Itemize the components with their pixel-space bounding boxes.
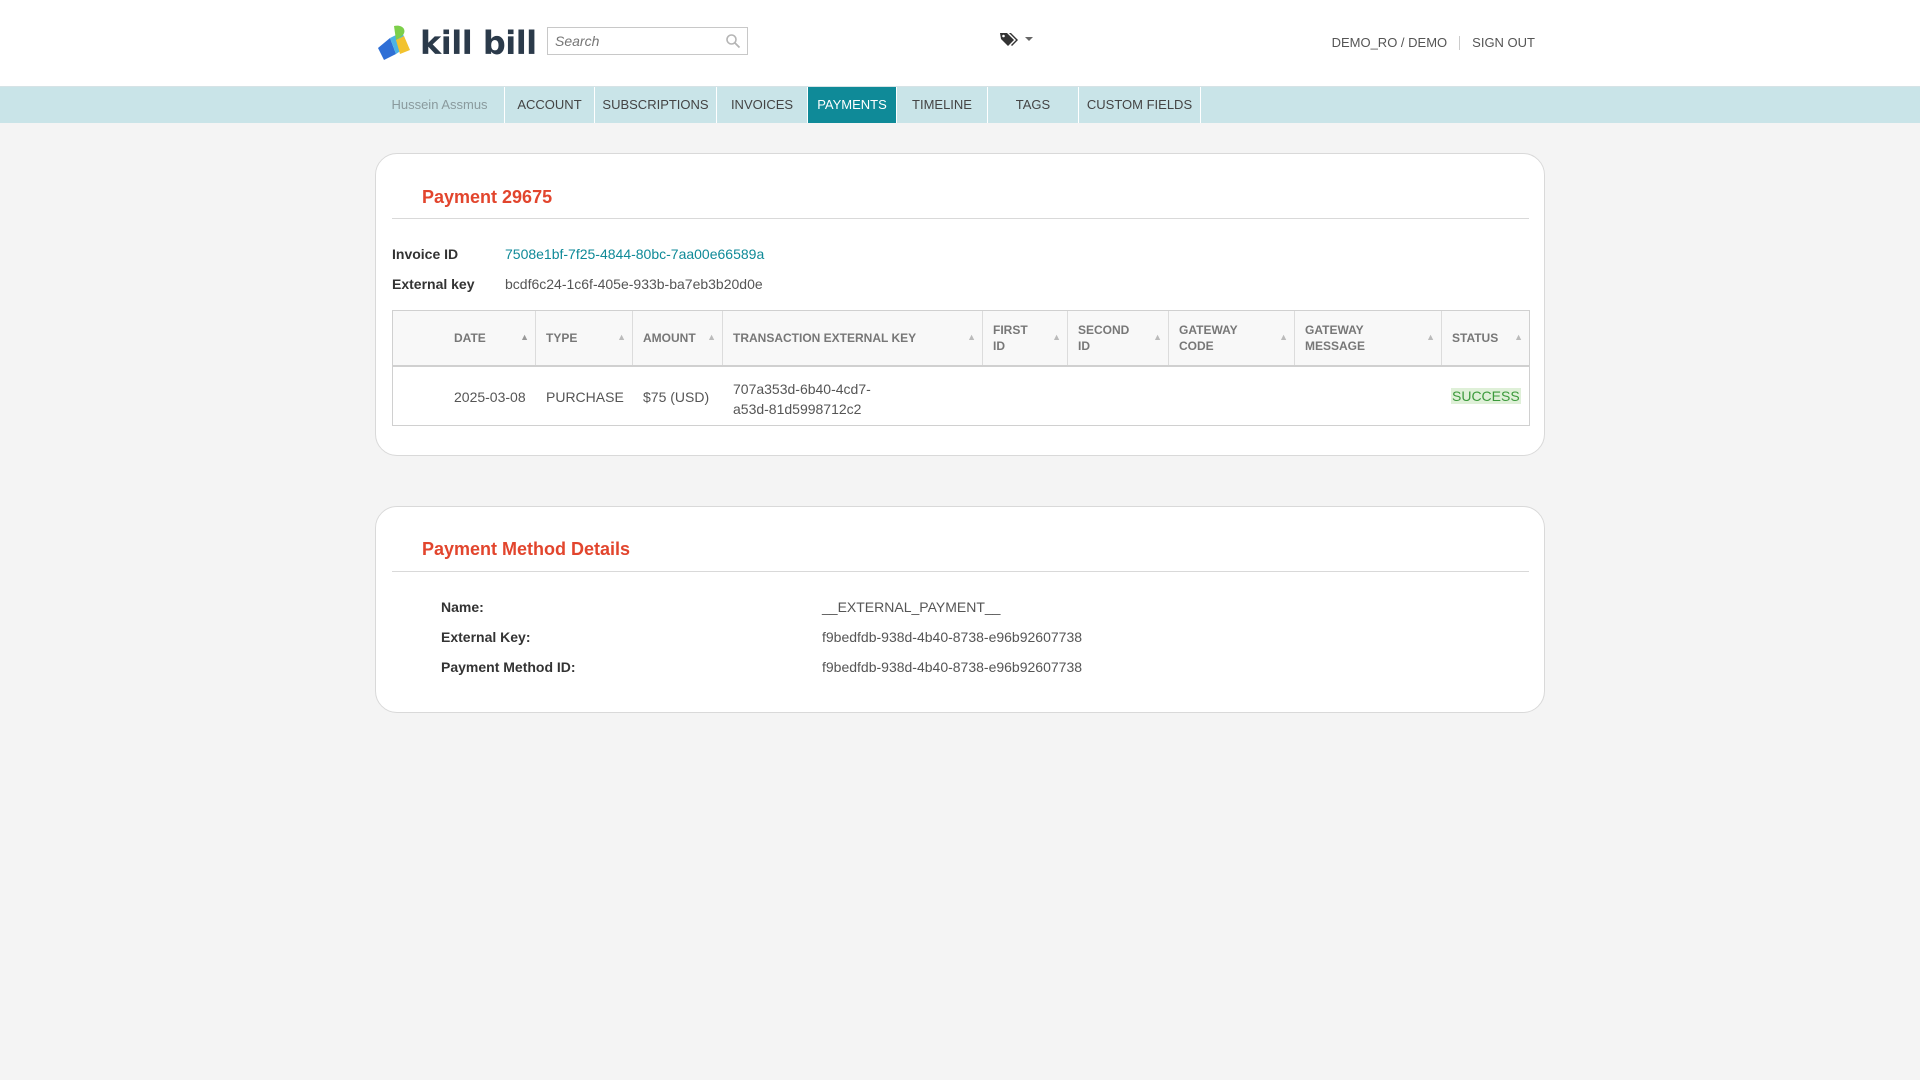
sort-icon: ▲ — [707, 332, 716, 342]
payment-title: Payment 29675 — [422, 187, 553, 207]
col-amount[interactable]: AMOUNT ▲ — [633, 311, 723, 365]
external-key-value: bcdf6c24-1c6f-405e-933b-ba7eb3b20d0e — [505, 276, 763, 292]
col-type[interactable]: TYPE ▲ — [536, 311, 633, 365]
tags-icon — [1000, 33, 1018, 46]
tab-invoices[interactable]: INVOICES — [717, 87, 808, 123]
sort-icon: ▲ — [617, 332, 626, 342]
cell-date: 2025-03-08 — [454, 389, 526, 405]
sort-icon: ▲ — [1279, 332, 1288, 342]
account-name[interactable]: Hussein Assmus — [375, 87, 505, 123]
cell-amount: $75 (USD) — [643, 389, 710, 405]
tab-timeline[interactable]: TIMELINE — [897, 87, 988, 123]
account-nav: Hussein Assmus ACCOUNT SUBSCRIPTIONS INV… — [0, 87, 1920, 123]
col-gateway-code-label: GATEWAY CODE — [1179, 323, 1238, 353]
col-first-id[interactable]: FIRST ID ▲ — [983, 311, 1068, 365]
tab-account[interactable]: ACCOUNT — [505, 87, 595, 123]
pm-id-label: Payment Method ID: — [441, 659, 576, 675]
search-input[interactable] — [548, 28, 715, 54]
payment-method-title: Payment Method Details — [422, 539, 631, 559]
killbill-logo[interactable]: kill bill — [374, 24, 537, 62]
cell-type: PURCHASE — [546, 389, 624, 405]
col-status[interactable]: STATUS ▲ — [1442, 311, 1529, 365]
col-gateway-message-label: GATEWAY MESSAGE — [1305, 323, 1366, 353]
brand-name: kill bill — [420, 24, 537, 62]
tab-subscriptions[interactable]: SUBSCRIPTIONS — [595, 87, 717, 123]
chevron-down-icon — [1025, 37, 1033, 41]
col-tx-key-label: TRANSACTION EXTERNAL KEY — [733, 331, 917, 345]
sort-icon: ▲ — [1153, 332, 1162, 342]
sort-icon: ▲ — [1052, 332, 1061, 342]
col-second-id[interactable]: SECOND ID ▲ — [1068, 311, 1169, 365]
payment-card: Payment 29675 Invoice ID 7508e1bf-7f25-4… — [375, 153, 1545, 456]
sort-asc-icon: ▲ — [520, 332, 529, 342]
sort-icon: ▲ — [1514, 332, 1523, 342]
col-transaction-external-key[interactable]: TRANSACTION EXTERNAL KEY ▲ — [723, 311, 983, 365]
col-date-label: DATE — [454, 331, 486, 345]
col-second-id-label: SECOND ID — [1078, 323, 1130, 353]
col-status-label: STATUS — [1452, 331, 1499, 345]
sign-out-link[interactable]: SIGN OUT — [1472, 35, 1535, 50]
sort-icon: ▲ — [1426, 332, 1435, 342]
search-box[interactable] — [547, 27, 748, 55]
col-type-label: TYPE — [546, 331, 578, 345]
col-amount-label: AMOUNT — [643, 331, 696, 345]
status-badge: SUCCESS — [1451, 388, 1521, 404]
pm-name-label: Name: — [441, 599, 484, 615]
current-user-link[interactable]: DEMO_RO / DEMO — [1332, 35, 1448, 50]
tags-dropdown[interactable] — [999, 31, 1033, 47]
user-links: DEMO_RO / DEMO SIGN OUT — [1332, 35, 1535, 50]
pm-id-value: f9bedfdb-938d-4b40-8738-e96b92607738 — [822, 659, 1083, 675]
payment-method-card: Payment Method Details Name: __EXTERNAL_… — [375, 506, 1545, 713]
tab-custom-fields[interactable]: CUSTOM FIELDS — [1079, 87, 1201, 123]
top-bar: kill bill DEMO_RO / DEMO SIGN OUT — [0, 0, 1920, 87]
divider — [392, 571, 1529, 572]
killbill-logo-mark-icon — [378, 25, 410, 60]
table-header: DATE ▲ TYPE ▲ AMOUNT ▲ TRANSACTION EXTER… — [393, 311, 1529, 367]
pm-name-value: __EXTERNAL_PAYMENT__ — [822, 599, 1001, 615]
tab-payments[interactable]: PAYMENTS — [808, 87, 897, 123]
invoice-id-label: Invoice ID — [392, 246, 459, 262]
col-gateway-code[interactable]: GATEWAY CODE ▲ — [1169, 311, 1295, 365]
tab-tags[interactable]: TAGS — [988, 87, 1079, 123]
col-gateway-message[interactable]: GATEWAY MESSAGE ▲ — [1295, 311, 1442, 365]
sort-icon: ▲ — [967, 332, 976, 342]
cell-transaction-external-key: 707a353d-6b40-4cd7- a53d-81d5998712c2 — [733, 381, 871, 417]
invoice-id-link[interactable]: 7508e1bf-7f25-4844-80bc-7aa00e66589a — [505, 246, 764, 262]
pm-external-key-value: f9bedfdb-938d-4b40-8738-e96b92607738 — [822, 629, 1083, 645]
search-icon[interactable] — [725, 33, 741, 49]
col-date[interactable]: DATE ▲ — [393, 311, 536, 365]
col-first-id-label: FIRST ID — [993, 323, 1028, 353]
pm-external-key-label: External Key: — [441, 629, 531, 645]
divider — [1459, 35, 1461, 50]
external-key-label: External key — [392, 276, 475, 292]
divider — [392, 218, 1529, 219]
transactions-table: DATE ▲ TYPE ▲ AMOUNT ▲ TRANSACTION EXTER… — [392, 310, 1530, 426]
cell-status: SUCCESS — [1451, 388, 1521, 404]
